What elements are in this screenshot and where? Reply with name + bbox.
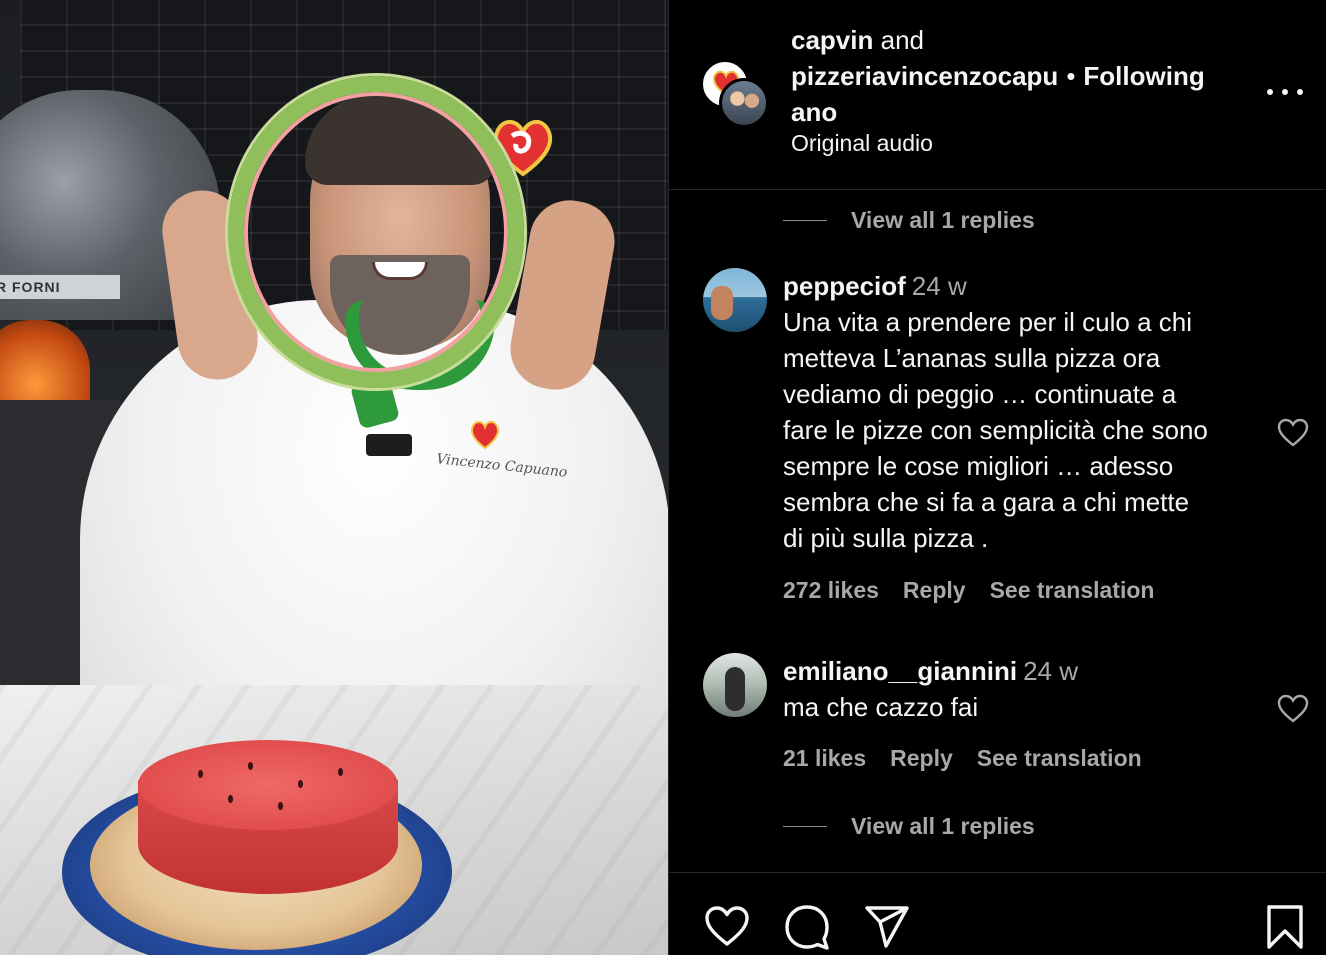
comment-likes-count[interactable]: 272 likes — [783, 577, 879, 604]
comment-meta: 21 likes Reply See translation — [783, 745, 1142, 772]
comment-timestamp: 24 w — [1023, 656, 1078, 686]
comment-meta: 272 likes Reply See translation — [783, 577, 1154, 604]
audio-link[interactable]: Original audio — [791, 130, 933, 157]
post-authors: capvin and pizzeriavincenzocapu • Followin… — [791, 22, 1261, 130]
bookmark-icon[interactable] — [1261, 903, 1309, 951]
comment-body: peppeciof 24 w Una vita a prendere per il… — [783, 268, 1263, 556]
lapel-microphone — [366, 434, 412, 456]
more-horizontal-icon-dot — [1297, 89, 1303, 95]
watermelon-slice-top — [138, 740, 398, 830]
author-username-capvin[interactable]: capvin — [791, 25, 873, 55]
oven-brand-plate: R FORNI — [0, 275, 120, 299]
more-horizontal-icon — [1267, 89, 1273, 95]
view-replies-button[interactable]: View all 1 replies — [783, 205, 1035, 235]
comment-text-line: metteva L’ananas sulla pizza ora — [783, 343, 1161, 373]
commenter-avatar[interactable] — [703, 268, 767, 332]
embroidered-heart-icon — [470, 421, 500, 450]
see-translation-button[interactable]: See translation — [990, 577, 1155, 604]
watermelon-rind-ring — [228, 76, 524, 388]
comment-text-line: ma che cazzo fai — [783, 692, 979, 722]
commenter-avatar[interactable] — [703, 653, 767, 717]
post-video[interactable]: R FORNI Vincenzo Capuano — [0, 0, 668, 955]
more-options-button[interactable] — [1267, 80, 1303, 104]
seed — [228, 795, 233, 803]
reply-button[interactable]: Reply — [890, 745, 953, 772]
paper-plane-icon[interactable] — [863, 903, 911, 951]
comment-likes-count[interactable]: 21 likes — [783, 745, 866, 772]
heart-icon[interactable] — [1277, 418, 1309, 448]
avatar-pizzeriavincenzocapuano[interactable] — [719, 78, 769, 128]
seed — [278, 802, 283, 810]
comment-text-line: sempre le cose migliori … adesso — [783, 451, 1174, 481]
heart-icon[interactable] — [1277, 694, 1309, 724]
post-action-bar — [669, 872, 1326, 955]
comment-text-line: Una vita a prendere per il culo a chi — [783, 307, 1193, 337]
seed — [298, 780, 303, 788]
post-header: capvin and pizzeriavincenzocapu • Followin… — [669, 0, 1326, 190]
replies-divider-line — [783, 219, 827, 221]
author-avatars[interactable] — [701, 60, 773, 130]
comment-body: emiliano__giannini 24 w ma che cazzo fai — [783, 653, 1263, 725]
seed — [248, 762, 253, 770]
oven-fire — [0, 320, 90, 400]
seed — [198, 770, 203, 778]
author-joiner: and — [880, 25, 924, 55]
replies-divider-line — [783, 825, 827, 827]
heart-icon[interactable] — [703, 903, 751, 951]
oven-brand-text: R FORNI — [0, 279, 61, 295]
see-translation-button[interactable]: See translation — [977, 745, 1142, 772]
comments-panel: capvin and pizzeriavincenzocapu • Followin… — [668, 0, 1326, 955]
more-horizontal-icon-dot — [1282, 89, 1288, 95]
comment-text-line: sembra che si fa a gara a chi mette — [783, 487, 1190, 517]
seed — [338, 768, 343, 776]
comment-bubble-icon[interactable] — [783, 903, 831, 951]
view-replies-button[interactable]: View all 1 replies — [783, 811, 1035, 841]
comment-username[interactable]: peppeciof — [783, 271, 906, 301]
following-button[interactable]: Following — [1083, 61, 1204, 91]
author-username-pizzeria[interactable]: pizzeriavincenzocapu — [791, 61, 1058, 91]
comment-username[interactable]: emiliano__giannini — [783, 656, 1017, 686]
reply-button[interactable]: Reply — [903, 577, 966, 604]
author-username-pizzeria-cont[interactable]: ano — [791, 97, 837, 127]
view-replies-label: View all 1 replies — [851, 812, 1035, 839]
comment-timestamp: 24 w — [911, 271, 967, 301]
comment-text-line: vediamo di peggio … continuate a — [783, 379, 1177, 409]
view-replies-label: View all 1 replies — [851, 206, 1035, 233]
comment-text-line: di più sulla pizza . — [783, 523, 989, 553]
comment-text-line: fare le pizze con semplicità che sono — [783, 415, 1208, 445]
separator-dot: • — [1066, 61, 1076, 91]
